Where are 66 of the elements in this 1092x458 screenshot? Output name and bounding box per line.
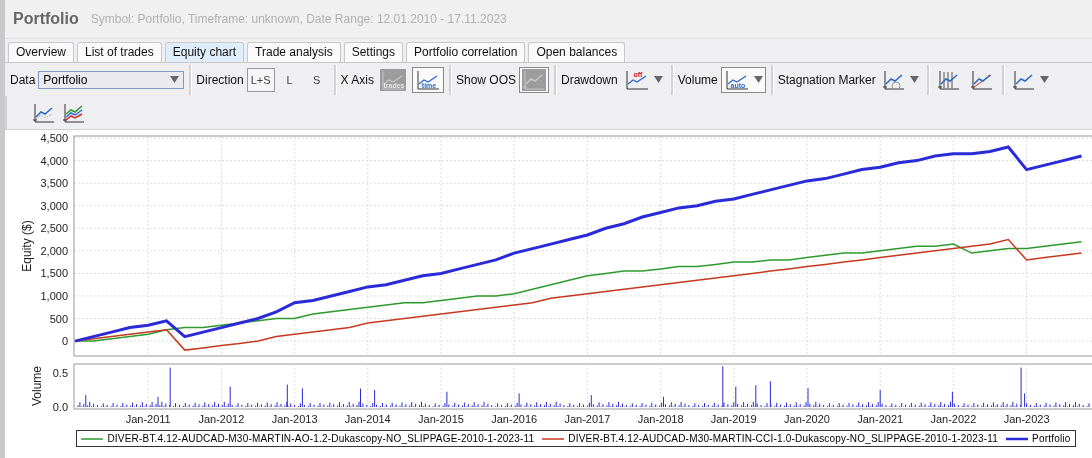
x-tick-label: Jan-2022 xyxy=(930,413,977,425)
tab[interactable]: Open balances xyxy=(528,42,626,62)
bar-line-chart-icon xyxy=(936,68,961,91)
caret-icon xyxy=(170,76,180,83)
x-tick-label: Jan-2016 xyxy=(491,413,538,425)
caret-icon xyxy=(1039,76,1049,83)
x-tick-label: Jan-2017 xyxy=(564,413,611,425)
direction-toggle[interactable]: S xyxy=(304,67,329,92)
window-subtitle: Symbol: Portfolio, Timeframe: unknown, Date Range: 12.01.2010 - 17.11.2023 xyxy=(90,12,507,26)
y-tick-label: 0.5 xyxy=(52,367,68,379)
x-tick-label: Jan-2020 xyxy=(784,413,830,425)
data-label: Data xyxy=(10,72,36,87)
legend-line-icon xyxy=(81,436,104,441)
show-oos-label: Show OOS xyxy=(455,72,516,87)
y-tick-label: 500 xyxy=(49,312,68,325)
x-axis-label: X Axis xyxy=(340,72,374,87)
show-oos-button[interactable] xyxy=(519,66,549,93)
tab[interactable]: List of trades xyxy=(77,42,162,62)
x-tick-label: Jan-2014 xyxy=(344,413,391,425)
tab[interactable]: Settings xyxy=(343,42,404,62)
line-chart-icon xyxy=(522,68,546,91)
y-tick-label: 1,000 xyxy=(40,289,68,302)
direction-toggle[interactable]: L+S xyxy=(246,67,275,92)
volume-label: Volume xyxy=(677,72,718,87)
y-axis-title: Equity ($) xyxy=(20,220,34,272)
caret-icon xyxy=(653,76,663,83)
caret-icon xyxy=(753,76,763,83)
legend-label: Portfolio xyxy=(1032,433,1071,444)
x-tick-label: Jan-2023 xyxy=(1003,413,1050,425)
x-tick-label: Jan-2011 xyxy=(125,413,171,425)
y-tick-label: 4,500 xyxy=(40,132,68,144)
x-tick-label: Jan-2021 xyxy=(857,413,904,425)
y-tick-label: 4,000 xyxy=(40,154,68,167)
caret-icon xyxy=(909,76,919,83)
data-dropdown[interactable]: Portfolio xyxy=(38,70,185,89)
line-chart-icon xyxy=(881,68,906,91)
y-axis-title: Volume xyxy=(30,366,44,406)
direction-label: Direction xyxy=(196,72,244,87)
drawdown-label: Drawdown xyxy=(561,72,618,87)
x-tick-label: Jan-2013 xyxy=(271,413,318,425)
tab[interactable]: Overview xyxy=(8,42,74,62)
direction-toggle[interactable]: L xyxy=(277,67,302,92)
x-tick-label: Jan-2018 xyxy=(637,413,684,425)
multi-line-chart-icon xyxy=(62,101,86,124)
x-tick-label: Jan-2015 xyxy=(418,413,464,425)
legend-line-icon xyxy=(1006,436,1029,441)
y-tick-label: 2,000 xyxy=(40,244,68,257)
y-tick-label: 2,500 xyxy=(40,222,68,235)
tab[interactable]: Portfolio correlation xyxy=(406,42,526,62)
stagnation-marker-label: Stagnation Marker xyxy=(777,72,876,87)
tab[interactable]: Equity chart xyxy=(164,42,245,62)
y-tick-label: 3,000 xyxy=(40,199,68,212)
x-tick-label: Jan-2012 xyxy=(198,413,245,425)
y-tick-label: 3,500 xyxy=(40,177,68,190)
legend-label: DIVER-BT.4.12-AUDCAD-M30-MARTIN-CCI-1.0-Dukascopy-NO_SLIPPAGE-2010-1-2023-11 xyxy=(568,433,999,444)
line-chart-icon xyxy=(1011,68,1036,91)
legend-line-icon xyxy=(542,436,565,441)
y-tick-label: 0 xyxy=(61,335,68,348)
line-chart-icon xyxy=(32,101,56,124)
window-title: Portfolio xyxy=(13,10,79,28)
y-tick-label: 0.0 xyxy=(52,401,68,413)
y-tick-label: 1,500 xyxy=(40,267,68,280)
trend-line-chart-icon xyxy=(969,68,994,91)
tab[interactable]: Trade analysis xyxy=(247,42,341,62)
legend-label: DIVER-BT.4.12-AUDCAD-M30-MARTIN-AO-1.2-Dukascopy-NO_SLIPPAGE-2010-1-2023-11 xyxy=(107,433,535,444)
x-tick-label: Jan-2019 xyxy=(710,413,757,425)
